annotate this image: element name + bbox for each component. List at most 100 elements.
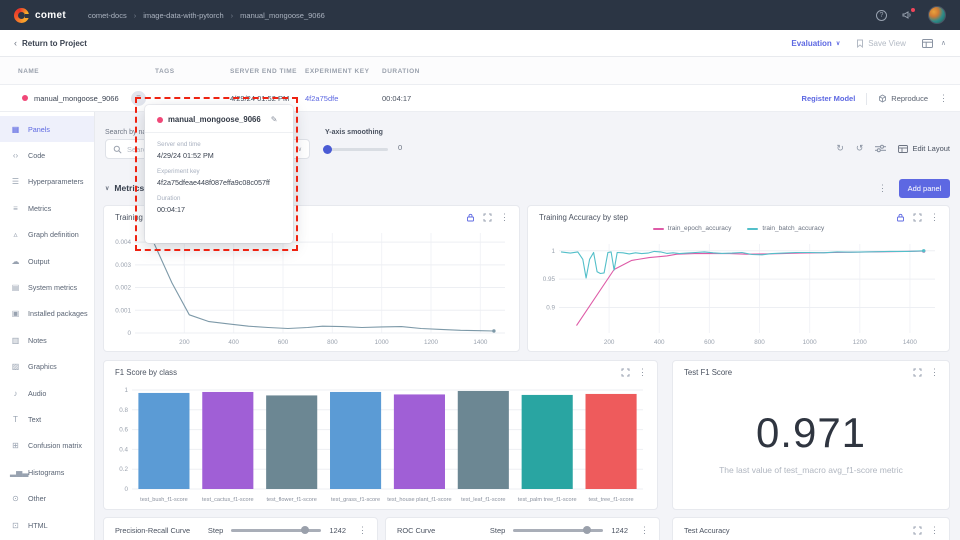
smoothing-slider-knob[interactable] — [323, 145, 332, 154]
step-label: Step — [490, 526, 505, 535]
project-subheader: ‹ Return to Project Evaluation ∨ Save Vi… — [0, 30, 960, 57]
add-panel-button[interactable]: Add panel — [899, 179, 950, 198]
panel-kebab-menu-icon[interactable]: ⋮ — [930, 526, 939, 535]
column-header-server-end-time[interactable]: SERVER END TIME — [230, 68, 297, 75]
training-loss-chart[interactable]: 20040060080010001200140000.0010.0020.003… — [108, 227, 513, 348]
panel-kebab-menu-icon[interactable]: ⋮ — [358, 526, 367, 535]
audio-icon: ♪ — [10, 389, 21, 398]
breadcrumb-item[interactable]: comet-docs — [88, 11, 127, 20]
smoothing-slider[interactable] — [325, 148, 388, 151]
column-header-name[interactable]: NAME — [18, 68, 39, 75]
sidebar-item-label: Output — [28, 257, 50, 266]
refresh-icon[interactable]: ↻ — [836, 143, 844, 154]
lock-icon[interactable] — [466, 213, 475, 222]
section-kebab-menu-icon[interactable]: ⋮ — [878, 184, 887, 193]
sidebar-item-other[interactable]: ⊙Other — [0, 485, 94, 511]
step-slider[interactable] — [231, 529, 321, 532]
sidebar: ▦Panels‹›Code☰Hyperparameters≡Metrics▵Gr… — [0, 112, 95, 540]
column-header-tags[interactable]: TAGS — [155, 68, 175, 75]
step-slider-knob[interactable] — [583, 526, 591, 534]
breadcrumb-item[interactable]: image-data-with-pytorch — [143, 11, 223, 20]
duration-cell: 00:04:17 — [382, 94, 411, 103]
comet-logo[interactable]: comet — [14, 8, 66, 23]
legend-item[interactable]: train_batch_accuracy — [747, 225, 824, 232]
sidebar-item-hyperparameters[interactable]: ☰Hyperparameters — [0, 169, 94, 195]
collapse-chevron-icon[interactable]: ∧ — [941, 39, 946, 47]
column-header-duration[interactable]: DURATION — [382, 68, 420, 75]
sidebar-item-html[interactable]: ⊡HTML — [0, 512, 94, 538]
lock-icon[interactable] — [896, 213, 905, 222]
sidebar-item-histograms[interactable]: ▂▅▃Histograms — [0, 459, 94, 485]
expand-icon[interactable] — [913, 368, 922, 377]
row-kebab-menu-icon[interactable]: ⋮ — [939, 94, 948, 103]
experiment-key-link[interactable]: 4f2a75dfe — [305, 94, 338, 103]
sidebar-item-label: Notes — [28, 336, 47, 345]
f1-score-bar-chart[interactable]: 00.20.40.60.81test_bush_f1-scoretest_cac… — [108, 382, 651, 506]
panel-kebab-menu-icon[interactable]: ⋮ — [640, 526, 649, 535]
sidebar-item-notes[interactable]: ▥ Notes — [0, 327, 94, 353]
help-icon[interactable]: ? — [876, 10, 887, 21]
filter-sliders-icon[interactable] — [875, 144, 886, 153]
training-accuracy-chart[interactable]: 2004006008001000120014000.90.951 — [532, 238, 943, 348]
other-icon: ⊙ — [10, 494, 21, 503]
sidebar-item-metrics[interactable]: ≡Metrics — [0, 195, 94, 221]
sidebar-item-installed-packages[interactable]: ▣Installed packages — [0, 301, 94, 327]
legend-item[interactable]: train_epoch_accuracy — [653, 225, 732, 232]
sidebar-item-panels[interactable]: ▦Panels — [0, 116, 94, 142]
breadcrumb-separator: › — [231, 11, 234, 20]
section-collapse-chevron-icon[interactable]: ∨ — [105, 185, 109, 192]
svg-text:test_leaf_f1-score: test_leaf_f1-score — [461, 497, 505, 503]
svg-text:0.9: 0.9 — [546, 304, 555, 311]
view-dropdown[interactable]: Evaluation ∨ — [791, 39, 840, 48]
experiment-row[interactable]: manual_mongoose_9066 ≡ 4/29/24 01:52 PM … — [0, 85, 960, 112]
panels-icon: ▦ — [10, 125, 21, 134]
history-icon[interactable]: ↺ — [856, 143, 864, 154]
edit-layout-button[interactable]: Edit Layout — [898, 144, 950, 153]
panel-kebab-menu-icon[interactable]: ⋮ — [638, 368, 647, 377]
sidebar-item-graphics[interactable]: ▨Graphics — [0, 354, 94, 380]
column-header-experiment-key[interactable]: EXPERIMENT KEY — [305, 68, 369, 75]
register-model-button[interactable]: Register Model — [802, 94, 856, 103]
sidebar-item-output[interactable]: ☁Output — [0, 248, 94, 274]
svg-text:1: 1 — [551, 248, 555, 255]
step-slider-knob[interactable] — [301, 526, 309, 534]
sidebar-item-graph-definition[interactable]: ▵Graph definition — [0, 222, 94, 248]
save-view-button[interactable]: Save View — [856, 39, 906, 48]
comet-logo-icon — [14, 8, 29, 23]
sidebar-item-text[interactable]: TText — [0, 406, 94, 432]
sidebar-item-system-metrics[interactable]: ▤System metrics — [0, 274, 94, 300]
panel-title: Test F1 Score — [684, 368, 732, 377]
expand-icon[interactable] — [483, 213, 492, 222]
user-avatar[interactable] — [928, 6, 946, 24]
announcements-icon[interactable] — [902, 10, 913, 20]
step-slider[interactable] — [513, 529, 603, 532]
experiment-name[interactable]: manual_mongoose_9066 — [34, 94, 119, 103]
expand-icon[interactable] — [621, 368, 630, 377]
edit-pencil-icon[interactable]: ✎ — [271, 115, 278, 124]
panel-kebab-menu-icon[interactable]: ⋮ — [500, 213, 509, 222]
edit-layout-icon — [898, 145, 908, 153]
panel-kebab-menu-icon[interactable]: ⋮ — [930, 368, 939, 377]
metrics-section-header[interactable]: ∨ Metrics ( — [105, 183, 149, 193]
popup-field-label: Server end time — [157, 141, 281, 148]
test-f1-value: 0.971 — [673, 409, 949, 457]
experiment-color-dot — [22, 95, 28, 101]
row-menu-button[interactable]: ≡ — [131, 91, 146, 106]
return-to-project-link[interactable]: ‹ Return to Project — [14, 38, 87, 48]
sidebar-item-label: Installed packages — [28, 309, 88, 318]
panel-kebab-menu-icon[interactable]: ⋮ — [930, 213, 939, 222]
svg-text:test_cactus_f1-score: test_cactus_f1-score — [202, 497, 254, 503]
breadcrumb-separator: › — [134, 11, 137, 20]
popup-field-value: 00:04:17 — [157, 205, 281, 214]
expand-icon[interactable] — [913, 213, 922, 222]
notification-dot — [911, 8, 915, 12]
notes-icon: ▥ — [10, 336, 21, 345]
expand-icon[interactable] — [913, 526, 922, 535]
table-header: NAME TAGS SERVER END TIME EXPERIMENT KEY DUR… — [0, 57, 960, 85]
breadcrumb-item[interactable]: manual_mongoose_9066 — [240, 11, 325, 20]
reproduce-button[interactable]: Reproduce — [878, 94, 928, 103]
sidebar-item-code[interactable]: ‹›Code — [0, 142, 94, 168]
layout-icon[interactable] — [922, 39, 933, 48]
sidebar-item-confusion-matrix[interactable]: ⊞Confusion matrix — [0, 433, 94, 459]
sidebar-item-audio[interactable]: ♪Audio — [0, 380, 94, 406]
